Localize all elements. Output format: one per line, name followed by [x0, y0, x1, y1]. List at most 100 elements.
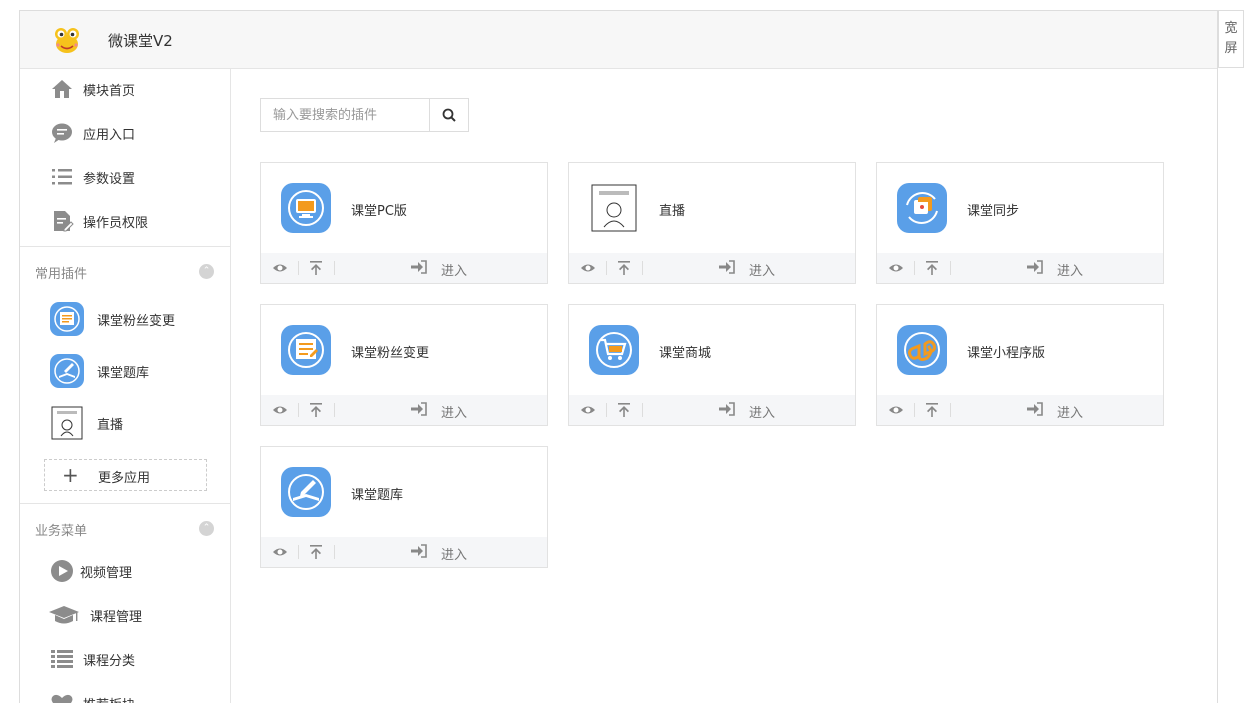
plus-icon: +: [62, 463, 79, 487]
plugin-card-mall: 课堂商城 进入: [568, 304, 856, 426]
card-actions: 进入: [877, 395, 1163, 425]
divider: [606, 261, 607, 275]
sidebar-item-recommended-section[interactable]: 推荐板块: [20, 683, 230, 703]
section-title: 业务菜单: [35, 524, 88, 539]
card-actions: 进入: [261, 537, 547, 567]
mini-program-icon: [897, 325, 947, 375]
pin-top-icon[interactable]: [616, 260, 632, 276]
sidebar: 模块首页 应用入口 参数设置 操作员权限 常用插件 ⌃ 课堂粉丝变更 课堂题库 …: [20, 69, 231, 703]
widescreen-char: 屏: [1224, 41, 1238, 56]
widescreen-toggle-button[interactable]: 宽 屏: [1218, 10, 1244, 68]
sidebar-plugin-label: 课堂题库: [97, 366, 150, 381]
divider: [334, 545, 335, 559]
sidebar-item-label: 参数设置: [83, 172, 136, 187]
sidebar-item-parameter-settings[interactable]: 参数设置: [20, 157, 230, 197]
collapse-icon[interactable]: ⌃: [199, 264, 214, 279]
pin-top-icon[interactable]: [308, 402, 324, 418]
sign-in-icon: [1027, 260, 1043, 274]
card-actions: 进入: [261, 395, 547, 425]
divider: [950, 261, 951, 275]
plugin-name: 课堂小程序版: [967, 346, 1046, 361]
sidebar-plugin-question-bank[interactable]: 课堂题库: [20, 349, 230, 393]
sidebar-item-module-home[interactable]: 模块首页: [20, 69, 230, 109]
pin-top-icon[interactable]: [308, 260, 324, 276]
graduation-cap-icon: [49, 606, 79, 624]
pin-top-icon[interactable]: [924, 402, 940, 418]
shopping-cart-icon: [589, 325, 639, 375]
common-plugins-header[interactable]: 常用插件 ⌃: [20, 246, 230, 293]
eye-icon[interactable]: [580, 261, 596, 275]
sidebar-item-operator-permissions[interactable]: 操作员权限: [20, 201, 230, 241]
eye-icon[interactable]: [888, 261, 904, 275]
eye-icon[interactable]: [272, 545, 288, 559]
sign-in-icon: [411, 544, 427, 558]
pin-top-icon[interactable]: [308, 544, 324, 560]
enter-label: 进入: [1057, 406, 1084, 421]
plugin-card-pc: 课堂PC版 进入: [260, 162, 548, 284]
divider: [642, 403, 643, 417]
divider: [950, 403, 951, 417]
search-button[interactable]: [429, 99, 468, 131]
more-apps-button[interactable]: + 更多应用: [44, 459, 207, 491]
divider: [334, 403, 335, 417]
plugin-name: 课堂PC版: [351, 204, 407, 219]
plugin-card-question-bank: 课堂题库 进入: [260, 446, 548, 568]
heart-icon: [51, 694, 73, 703]
enter-label: 进入: [749, 406, 776, 421]
live-sketch-icon: [51, 406, 83, 440]
fans-change-icon: [50, 302, 84, 336]
card-actions: 进入: [569, 253, 855, 283]
plugin-name: 课堂题库: [351, 488, 404, 503]
enter-label: 进入: [1057, 264, 1084, 279]
sidebar-plugin-fans-change[interactable]: 课堂粉丝变更: [20, 297, 230, 341]
sign-in-icon: [719, 402, 735, 416]
play-circle-icon: [51, 560, 73, 582]
plugin-name: 课堂粉丝变更: [351, 346, 430, 361]
section-title: 常用插件: [35, 267, 88, 282]
widescreen-char: 宽: [1224, 21, 1238, 36]
app-title: 微课堂V2: [108, 32, 173, 50]
business-menu-header[interactable]: 业务菜单 ⌃: [20, 503, 230, 550]
divider: [298, 261, 299, 275]
chat-bubble-icon: [52, 123, 72, 143]
sidebar-item-app-entry[interactable]: 应用入口: [20, 113, 230, 153]
plugin-search: [260, 98, 469, 132]
enter-label: 进入: [749, 264, 776, 279]
search-input[interactable]: [261, 99, 431, 131]
card-actions: 进入: [877, 253, 1163, 283]
app-frame: 微课堂V2 模块首页 应用入口 参数设置 操作员权限 常用插件 ⌃ 课堂粉丝变更…: [19, 10, 1218, 703]
list-settings-icon: [52, 169, 72, 185]
collapse-icon[interactable]: ⌃: [199, 521, 214, 536]
eye-icon[interactable]: [272, 403, 288, 417]
enter-label: 进入: [441, 264, 468, 279]
divider: [298, 403, 299, 417]
card-actions: 进入: [569, 395, 855, 425]
sidebar-item-video-management[interactable]: 视频管理: [20, 551, 230, 591]
home-icon: [52, 80, 72, 98]
live-sketch-icon: [591, 184, 637, 232]
pin-top-icon[interactable]: [616, 402, 632, 418]
sidebar-item-course-category[interactable]: 课程分类: [20, 639, 230, 679]
fans-change-icon: [281, 325, 331, 375]
sidebar-item-label: 课程管理: [90, 610, 143, 625]
sidebar-item-label: 模块首页: [83, 84, 136, 99]
sidebar-item-label: 操作员权限: [83, 216, 149, 231]
sidebar-item-label: 推荐板块: [83, 694, 135, 703]
sidebar-item-course-management[interactable]: 课程管理: [20, 595, 230, 635]
monitor-icon: [281, 183, 331, 233]
eye-icon[interactable]: [580, 403, 596, 417]
document-edit-icon: [54, 211, 74, 232]
divider: [334, 261, 335, 275]
divider: [642, 261, 643, 275]
sync-icon: [897, 183, 947, 233]
plugin-card-mini-program: 课堂小程序版 进入: [876, 304, 1164, 426]
header: 微课堂V2: [20, 11, 1217, 69]
card-actions: 进入: [261, 253, 547, 283]
eye-icon[interactable]: [888, 403, 904, 417]
plugin-name: 课堂同步: [967, 204, 1020, 219]
search-icon: [442, 108, 456, 122]
plugin-name: 直播: [659, 204, 686, 219]
eye-icon[interactable]: [272, 261, 288, 275]
sidebar-plugin-live[interactable]: 直播: [20, 401, 230, 445]
pin-top-icon[interactable]: [924, 260, 940, 276]
